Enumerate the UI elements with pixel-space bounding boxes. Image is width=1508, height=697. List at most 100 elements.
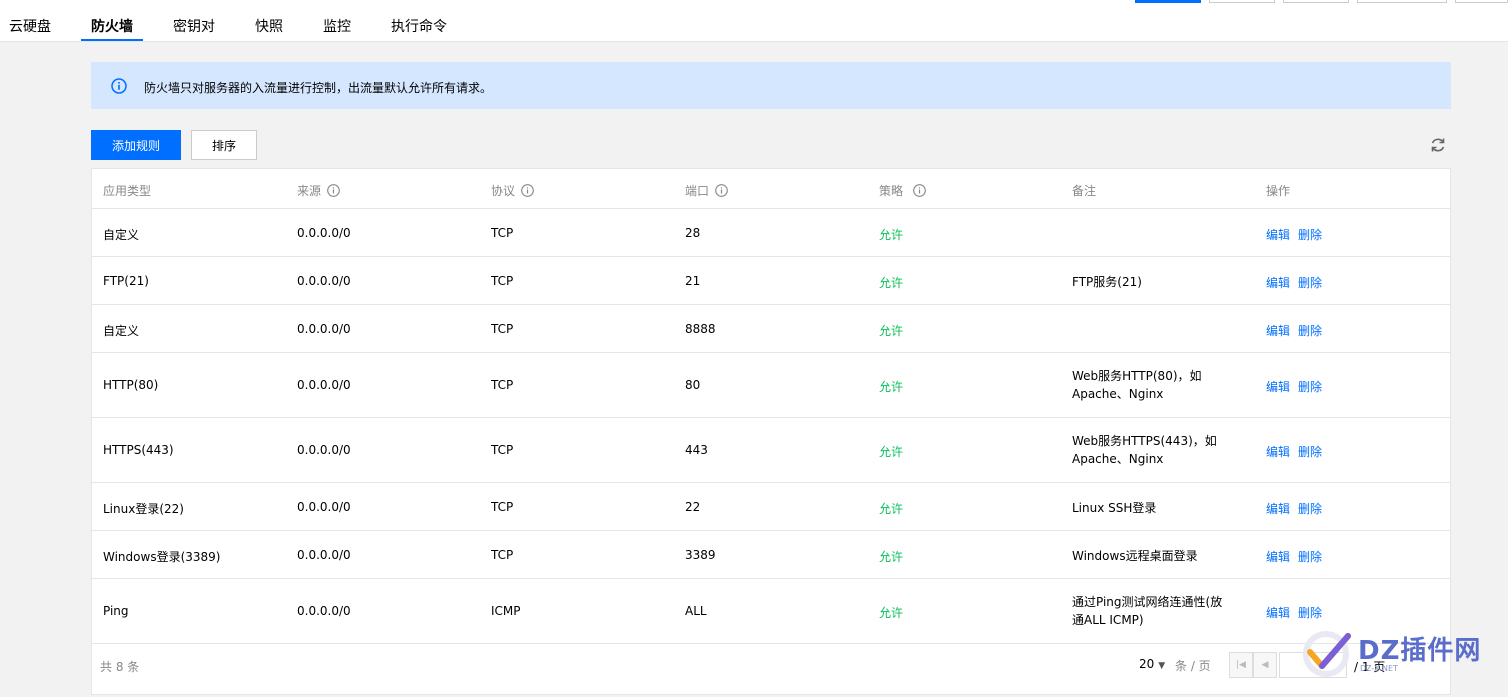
tab-monitor[interactable]: 监控	[323, 16, 351, 36]
delete-link[interactable]: 删除	[1298, 274, 1322, 291]
cell-policy: 允许	[879, 228, 904, 242]
header-app-type: 应用类型	[103, 184, 152, 198]
info-banner: 防火墙只对服务器的入流量进行控制，出流量默认允许所有请求。	[91, 62, 1451, 109]
delete-link[interactable]: 删除	[1298, 322, 1322, 339]
help-icon[interactable]	[913, 184, 926, 197]
help-icon[interactable]	[521, 184, 534, 197]
chevron-down-icon: ▼	[1158, 661, 1166, 671]
per-page-label: 条 / 页	[1175, 659, 1211, 673]
cell-source: 0.0.0.0/0	[297, 604, 351, 618]
cell-note: Linux SSH登录	[1072, 501, 1157, 515]
sort-button[interactable]: 排序	[191, 130, 257, 160]
first-page-icon: |◀	[1236, 660, 1246, 670]
cell-source: 0.0.0.0/0	[297, 274, 351, 288]
tab-run-command[interactable]: 执行命令	[391, 16, 447, 36]
refresh-icon[interactable]	[1429, 136, 1447, 154]
cell-port: ALL	[685, 604, 707, 618]
page-size-select[interactable]: 20 ▼	[1139, 657, 1165, 671]
first-page-button[interactable]: |◀	[1229, 652, 1253, 678]
checkmark-logo-icon	[1303, 631, 1351, 677]
help-icon[interactable]	[715, 184, 728, 197]
cell-app-type: HTTPS(443)	[103, 443, 174, 457]
cell-protocol: ICMP	[491, 604, 521, 618]
table-row: 自定义 0.0.0.0/0 TCP 28 允许 编辑 删除	[92, 209, 1450, 257]
cell-port: 22	[685, 500, 701, 514]
cell-app-type: FTP(21)	[103, 274, 149, 288]
cell-protocol: TCP	[491, 443, 514, 457]
tab-firewall[interactable]: 防火墙	[91, 16, 133, 36]
cell-source: 0.0.0.0/0	[297, 226, 351, 240]
delete-link[interactable]: 删除	[1298, 443, 1322, 460]
watermark-logo: DZ插件网 DZ-X.NET	[1300, 624, 1496, 684]
cell-policy: 允许	[879, 276, 904, 290]
edit-link[interactable]: 编辑	[1266, 378, 1290, 395]
cell-source: 0.0.0.0/0	[297, 548, 351, 562]
cell-policy: 允许	[879, 550, 904, 564]
tab-cloud-disk[interactable]: 云硬盘	[9, 16, 51, 36]
cell-port: 3389	[685, 548, 716, 562]
tab-key-pair[interactable]: 密钥对	[173, 16, 215, 36]
cell-app-type: 自定义	[103, 228, 140, 242]
cell-source: 0.0.0.0/0	[297, 378, 351, 392]
delete-link[interactable]: 删除	[1298, 548, 1322, 565]
cell-app-type: Linux登录(22)	[103, 502, 184, 516]
table-row: Linux登录(22) 0.0.0.0/0 TCP 22 允许 Linux SS…	[92, 483, 1450, 531]
cell-note: Web服务HTTPS(443)，如Apache、Nginx	[1072, 434, 1217, 466]
delete-link[interactable]: 删除	[1298, 500, 1322, 517]
cell-policy: 允许	[879, 502, 904, 516]
header-port: 端口	[685, 182, 728, 199]
top-action-button-3[interactable]	[1283, 0, 1349, 3]
table-row: Windows登录(3389) 0.0.0.0/0 TCP 3389 允许 Wi…	[92, 531, 1450, 579]
add-rule-button[interactable]: 添加规则	[91, 130, 181, 160]
edit-link[interactable]: 编辑	[1266, 226, 1290, 243]
cell-app-type: Ping	[103, 604, 129, 618]
cell-policy: 允许	[879, 606, 904, 620]
cell-app-type: HTTP(80)	[103, 378, 159, 392]
delete-link[interactable]: 删除	[1298, 604, 1322, 621]
top-action-button-4[interactable]	[1357, 0, 1447, 3]
top-action-button-5[interactable]	[1455, 0, 1508, 3]
active-tab-indicator	[81, 39, 143, 41]
tab-snapshot[interactable]: 快照	[255, 16, 283, 36]
watermark-subtext: DZ-X.NET	[1360, 664, 1398, 673]
table-row: HTTP(80) 0.0.0.0/0 TCP 80 允许 Web服务HTTP(8…	[92, 353, 1450, 418]
cell-protocol: TCP	[491, 322, 514, 336]
cell-note: Windows远程桌面登录	[1072, 549, 1198, 563]
edit-link[interactable]: 编辑	[1266, 604, 1290, 621]
table-header: 应用类型 来源 协议 端口 策略 备注 操作	[92, 169, 1450, 209]
cell-policy: 允许	[879, 445, 904, 459]
top-action-button-2[interactable]	[1209, 0, 1275, 3]
top-action-button-primary[interactable]	[1135, 0, 1201, 3]
delete-link[interactable]: 删除	[1298, 226, 1322, 243]
cell-policy: 允许	[879, 380, 904, 394]
prev-page-button[interactable]: ◀	[1253, 652, 1277, 678]
header-policy: 策略	[879, 182, 926, 199]
cell-protocol: TCP	[491, 226, 514, 240]
edit-link[interactable]: 编辑	[1266, 322, 1290, 339]
edit-link[interactable]: 编辑	[1266, 500, 1290, 517]
cell-note: 通过Ping测试网络连通性(放通ALL ICMP)	[1072, 595, 1223, 627]
cell-protocol: TCP	[491, 548, 514, 562]
cell-port: 80	[685, 378, 701, 392]
firewall-rules-table: 应用类型 来源 协议 端口 策略 备注 操作 自定义 0.0.0.0/0 TCP…	[91, 168, 1451, 695]
help-icon[interactable]	[327, 184, 340, 197]
edit-link[interactable]: 编辑	[1266, 443, 1290, 460]
table-row: Ping 0.0.0.0/0 ICMP ALL 允许 通过Ping测试网络连通性…	[92, 579, 1450, 644]
edit-link[interactable]: 编辑	[1266, 548, 1290, 565]
total-count: 共 8 条	[100, 660, 140, 674]
cell-app-type: Windows登录(3389)	[103, 550, 221, 564]
cell-source: 0.0.0.0/0	[297, 322, 351, 336]
prev-page-icon: ◀	[1261, 660, 1269, 670]
header-protocol: 协议	[491, 182, 534, 199]
info-icon	[111, 78, 127, 94]
table-row: FTP(21) 0.0.0.0/0 TCP 21 允许 FTP服务(21) 编辑…	[92, 257, 1450, 305]
cell-protocol: TCP	[491, 274, 514, 288]
cell-port: 28	[685, 226, 701, 240]
edit-link[interactable]: 编辑	[1266, 274, 1290, 291]
cell-note: Web服务HTTP(80)，如Apache、Nginx	[1072, 369, 1202, 401]
delete-link[interactable]: 删除	[1298, 378, 1322, 395]
cell-source: 0.0.0.0/0	[297, 443, 351, 457]
cell-protocol: TCP	[491, 378, 514, 392]
table-row: 自定义 0.0.0.0/0 TCP 8888 允许 编辑 删除	[92, 305, 1450, 353]
cell-source: 0.0.0.0/0	[297, 500, 351, 514]
